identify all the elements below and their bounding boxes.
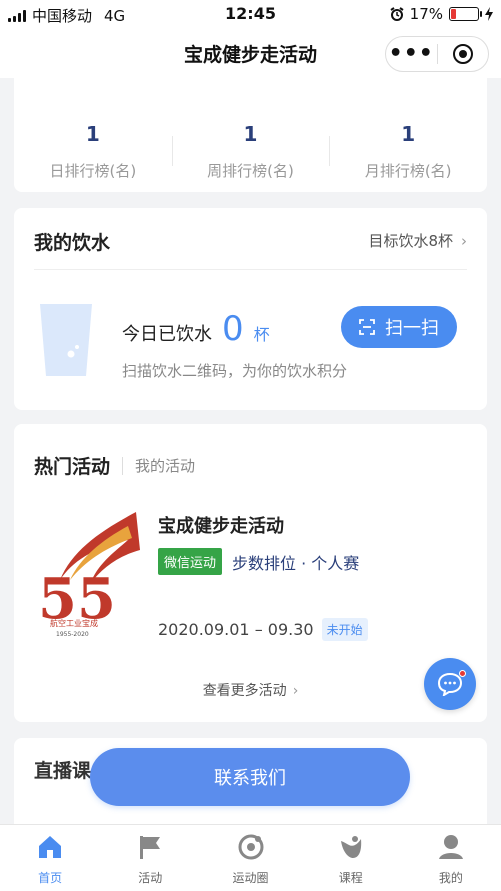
rank-month[interactable]: 1 月排行榜(名)	[329, 122, 487, 181]
activity-type: 步数排位 · 个人赛	[232, 553, 360, 573]
anniversary-logo: 55 航空工业宝成 1955-2020	[38, 512, 140, 638]
rank-week[interactable]: 1 周排行榜(名)	[171, 122, 330, 181]
water-goal-text: 目标饮水8杯	[368, 232, 453, 250]
more-activities-link[interactable]: 查看更多活动 ›	[14, 680, 487, 700]
tab-bar: 首页 活动 运动圈 课程 我的	[0, 824, 501, 891]
tab-mine[interactable]: 我的	[401, 825, 501, 891]
water-hint: 扫描饮水二维码，为你的饮水积分	[122, 362, 348, 380]
notification-dot	[459, 670, 466, 677]
scan-button[interactable]: 扫一扫	[341, 306, 457, 348]
rank-day-value: 1	[85, 122, 100, 146]
tab-mine-label: 我的	[438, 871, 463, 885]
rank-month-value: 1	[401, 122, 416, 146]
circle-icon	[238, 834, 263, 860]
more-activities-label: 查看更多活动	[202, 683, 287, 699]
course-icon	[340, 836, 361, 858]
nav-bar: 宝成健步走活动 •••	[0, 28, 501, 78]
water-today-count: 0	[222, 309, 244, 349]
tab-divider	[122, 456, 124, 475]
tab-sport-circle-label: 运动圈	[232, 871, 269, 885]
scan-icon	[359, 319, 375, 335]
rank-month-label: 月排行榜(名)	[364, 162, 452, 180]
water-today-label: 今日已饮水	[122, 324, 212, 345]
home-icon	[39, 836, 62, 858]
mini-program-capsule: •••	[385, 36, 489, 72]
status-bar: 中国移动 4G 12:45 17%	[0, 0, 501, 28]
tab-hot-activities[interactable]: 热门活动	[34, 452, 110, 479]
water-goal-link[interactable]: 目标饮水8杯 ›	[368, 230, 467, 251]
close-button[interactable]	[438, 44, 489, 64]
battery-icon	[449, 7, 482, 21]
activity-tags: 微信运动 步数排位 · 个人赛	[158, 548, 359, 575]
rank-day[interactable]: 1 日排行榜(名)	[14, 122, 172, 181]
tab-my-activities[interactable]: 我的活动	[135, 455, 195, 476]
logo-years: 1955-2020	[56, 631, 89, 638]
more-dots-icon[interactable]: •••	[386, 43, 437, 65]
activity-tabs: 热门活动 我的活动	[34, 452, 195, 479]
water-today: 今日已饮水 0 杯	[122, 309, 270, 349]
water-unit: 杯	[253, 325, 270, 344]
chevron-right-icon: ›	[292, 683, 299, 699]
status-badge: 未开始	[321, 618, 368, 641]
scan-label: 扫一扫	[385, 318, 439, 339]
logo-text: 航空工业宝成	[50, 618, 98, 628]
customer-service-button[interactable]	[424, 658, 476, 710]
alarm-icon	[390, 7, 404, 21]
tab-home-label: 首页	[38, 871, 63, 885]
tab-sport-circle[interactable]: 运动圈	[200, 825, 300, 891]
activity-name: 宝成健步走活动	[158, 516, 284, 537]
water-header[interactable]: 我的饮水 目标饮水8杯 ›	[34, 208, 467, 270]
water-cup-icon	[40, 304, 92, 376]
chevron-right-icon: ›	[461, 232, 467, 250]
tab-home[interactable]: 首页	[0, 825, 100, 891]
charging-icon	[485, 7, 493, 21]
live-title: 直播课	[34, 760, 92, 782]
activity-date-row: 2020.09.01 – 09.30 未开始	[158, 618, 368, 641]
target-circle-icon	[452, 44, 473, 64]
tab-activities-label: 活动	[138, 871, 163, 885]
water-card: 我的饮水 目标饮水8杯 › 今日已饮水 0 杯 扫描饮水二维码，为你的饮水积分 扫…	[14, 208, 487, 410]
activity-date: 2020.09.01 – 09.30	[158, 620, 314, 639]
water-title: 我的饮水	[34, 232, 111, 254]
rank-day-label: 日排行榜(名)	[49, 162, 137, 180]
rank-week-label: 周排行榜(名)	[207, 162, 294, 180]
rank-week-value: 1	[243, 122, 258, 146]
user-icon	[438, 835, 463, 859]
contact-us-button[interactable]: 联系我们	[90, 748, 410, 806]
source-tag: 微信运动	[158, 548, 223, 575]
activity-card: 热门活动 我的活动 55 航空工业宝成 1955-2020 宝成健步走活动 微信…	[14, 424, 487, 722]
battery-percent: 17%	[409, 5, 443, 23]
tab-courses-label: 课程	[338, 871, 363, 885]
flag-icon	[140, 836, 161, 859]
tab-activities[interactable]: 活动	[100, 825, 200, 891]
tab-courses[interactable]: 课程	[301, 825, 401, 891]
ranking-card: 1 日排行榜(名) 1 周排行榜(名) 1 月排行榜(名)	[14, 78, 487, 192]
